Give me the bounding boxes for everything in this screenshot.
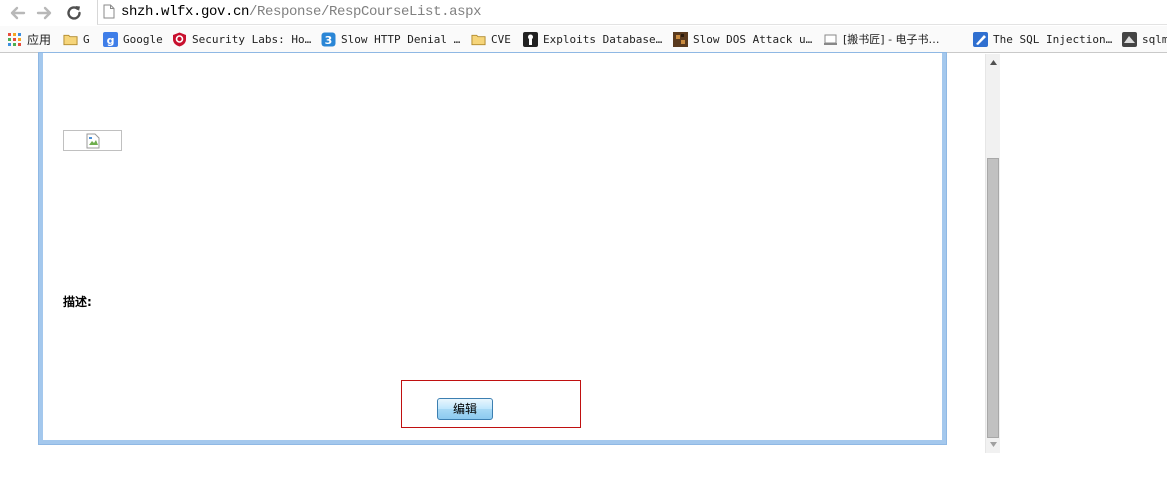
bookmark-label: Google [123, 32, 163, 46]
page-icon [824, 34, 837, 45]
address-bar[interactable]: shzh.wlfx.gov.cn/Response/RespCourseList… [97, 0, 1167, 25]
folder-icon [63, 34, 78, 45]
bookmark-folder-cve[interactable]: CVE [471, 30, 511, 48]
folder-icon [471, 34, 486, 45]
bookmark-google[interactable]: g Google [103, 30, 163, 48]
google-icon: g [103, 31, 118, 47]
reload-icon [67, 6, 81, 20]
browser-toolbar: shzh.wlfx.gov.cn/Response/RespCourseList… [0, 0, 1167, 26]
edit-button[interactable]: 编辑 [437, 398, 493, 420]
pen-icon [973, 31, 988, 47]
forward-button[interactable] [34, 2, 56, 24]
vertical-scrollbar[interactable] [985, 54, 1000, 453]
scroll-down-button[interactable] [986, 436, 1000, 453]
pixel-icon [673, 31, 688, 47]
shield-icon [173, 32, 186, 46]
bookmark-label: CVE [491, 32, 511, 46]
apps-grid-icon [8, 32, 21, 46]
svg-text:g: g [107, 34, 115, 47]
bookmark-slow-dos[interactable]: Slow DOS Attack u… [673, 30, 812, 48]
scroll-up-button[interactable] [986, 54, 1000, 71]
bookmark-label: 应用 [27, 32, 52, 47]
broken-image-icon [86, 133, 100, 149]
bookmark-label: The SQL Injection… [993, 32, 1113, 46]
url-text[interactable]: shzh.wlfx.gov.cn/Response/RespCourseList… [121, 4, 481, 20]
description-label: 描述: [63, 295, 92, 309]
bookmark-label: G [83, 32, 90, 46]
bookmark-label: Exploits Database… [543, 32, 663, 46]
triangle-down-icon [989, 442, 997, 447]
url-host: shzh.wlfx.gov.cn [121, 4, 250, 20]
bookmark-banshujiang[interactable]: [搬书匠] - 电子书… [823, 30, 940, 48]
back-button[interactable] [6, 2, 28, 24]
exploit-db-icon [523, 31, 538, 47]
bookmark-sqlmap[interactable]: sqlm [1122, 30, 1167, 48]
scroll-thumb[interactable] [987, 158, 999, 438]
blue-badge-icon: 3 [321, 32, 336, 47]
url-path: /Response/RespCourseList.aspx [249, 4, 482, 20]
bookmark-exploits-db[interactable]: Exploits Database… [523, 30, 662, 48]
bookmark-slow-http[interactable]: 3 Slow HTTP Denial … [321, 30, 460, 48]
back-arrow-icon [10, 6, 26, 20]
bookmark-folder-g[interactable]: G [63, 30, 90, 48]
bookmark-label: Security Labs: Ho… [192, 32, 312, 46]
bookmark-sql-injection[interactable]: The SQL Injection… [973, 30, 1112, 48]
svg-text:3: 3 [325, 34, 333, 47]
bookmark-label: Slow DOS Attack u… [693, 32, 813, 46]
bookmark-label: sqlm [1142, 32, 1167, 46]
reload-button[interactable] [63, 2, 85, 24]
sqlmap-icon [1122, 31, 1137, 47]
bookmark-label: Slow HTTP Denial … [341, 32, 461, 46]
bookmark-label: [搬书匠] - 电子书… [843, 33, 940, 46]
bookmark-security-labs[interactable]: Security Labs: Ho… [172, 30, 311, 48]
triangle-up-icon [989, 60, 997, 65]
bookmark-apps[interactable]: 应用 [7, 30, 51, 48]
bookmarks-bar: 应用 G g Google Security Labs: Ho… 3 Slow … [0, 26, 1167, 53]
page-icon [103, 4, 115, 19]
forward-arrow-icon [36, 6, 52, 20]
broken-image [63, 130, 122, 151]
